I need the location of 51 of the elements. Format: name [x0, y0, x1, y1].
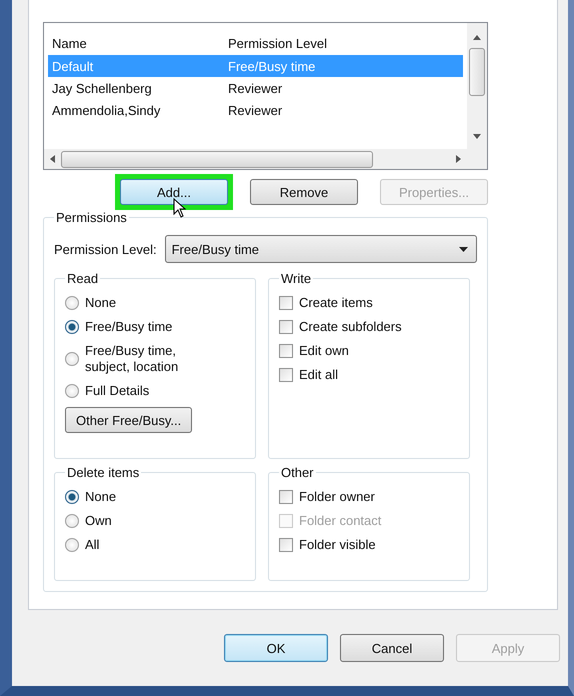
permission-level-dropdown[interactable]: Free/Busy time [164, 235, 477, 263]
option-label: Free/Busy time, subject, location [85, 343, 178, 375]
dropdown-arrow-icon [459, 246, 468, 252]
scroll-up-icon[interactable] [473, 35, 481, 40]
checkbox[interactable] [279, 538, 293, 552]
radio-button[interactable] [65, 352, 79, 366]
radio-button[interactable] [65, 320, 79, 334]
scroll-right-icon[interactable] [456, 155, 461, 163]
option-label: Full Details [85, 383, 150, 399]
checkbox[interactable] [279, 368, 293, 382]
group-title: Delete items [66, 465, 140, 480]
checkbox[interactable] [279, 320, 293, 334]
radio-button[interactable] [65, 538, 79, 552]
dialog-button[interactable]: Add... [120, 179, 228, 205]
option-label: Edit all [299, 367, 338, 383]
field-label: Permission Level: [54, 242, 157, 256]
checkbox[interactable] [279, 490, 293, 504]
list-row[interactable]: Ammendolia,Sindy Reviewer [48, 99, 463, 121]
radio-button[interactable] [65, 514, 79, 528]
list-row[interactable]: Jay Schellenberg Reviewer [48, 77, 463, 99]
option-label: None [85, 295, 116, 311]
option-label: Folder owner [299, 489, 375, 505]
option-label: Own [85, 513, 112, 529]
dialog-button[interactable]: OK [224, 634, 328, 662]
checkbox[interactable] [279, 344, 293, 358]
group-title: Read [66, 271, 100, 286]
vertical-scrollbar[interactable] [467, 23, 487, 169]
scroll-down-icon[interactable] [473, 134, 481, 139]
horizontal-scrollbar[interactable] [44, 149, 467, 169]
option-label: None [85, 489, 116, 505]
group-title: Permissions [55, 210, 128, 225]
option-label: Folder contact [299, 513, 382, 529]
option-label: Create items [299, 295, 373, 311]
dialog-button[interactable]: Cancel [340, 634, 444, 662]
option-label: Create subfolders [299, 319, 402, 335]
option-label: Free/Busy time [85, 319, 172, 335]
dialog-button[interactable]: Remove [250, 179, 358, 205]
group-title: Write [280, 271, 312, 286]
mouse-cursor-icon [173, 198, 187, 218]
option-label: Folder visible [299, 537, 376, 553]
option-label: All [85, 537, 100, 553]
group-title: Other [280, 465, 315, 480]
column-header[interactable]: Permission Level [228, 36, 327, 50]
option-label: Edit own [299, 343, 349, 359]
column-header[interactable]: Name [52, 36, 228, 50]
radio-button[interactable] [65, 384, 79, 398]
checkbox[interactable] [279, 296, 293, 310]
scroll-left-icon[interactable] [50, 155, 55, 163]
radio-button[interactable] [65, 490, 79, 504]
other-free-busy-button[interactable]: Other Free/Busy... [65, 407, 192, 433]
radio-button[interactable] [65, 296, 79, 310]
